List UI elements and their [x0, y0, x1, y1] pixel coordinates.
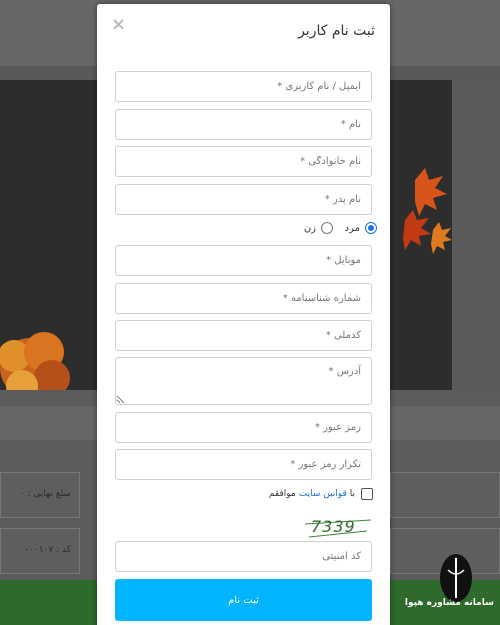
terms-link[interactable]: قوانین سایت — [299, 489, 347, 499]
gender-radio-group: مرد زن — [297, 222, 377, 238]
password-input[interactable] — [115, 412, 372, 443]
id-number-input[interactable] — [115, 283, 372, 314]
registration-modal: × ثبت نام کاربر مرد زن با قوانین سایت مو… — [97, 4, 390, 625]
username-input[interactable] — [115, 71, 372, 102]
radio-male[interactable] — [365, 222, 377, 234]
national-code-input[interactable] — [115, 320, 372, 351]
terms-agreement: با قوانین سایت موافقم — [269, 488, 373, 500]
close-icon[interactable]: × — [111, 16, 126, 34]
gender-option-male[interactable]: مرد — [345, 222, 377, 234]
card-total-text: مبلغ نهایی : ۰ — [19, 489, 71, 499]
security-code-input[interactable] — [115, 541, 372, 572]
radio-female[interactable] — [321, 222, 333, 234]
password-repeat-input[interactable] — [115, 449, 372, 480]
modal-title: ثبت نام کاربر — [298, 23, 375, 39]
terms-prefix: با — [349, 489, 355, 499]
captcha-text: 7339 — [311, 517, 356, 536]
terms-suffix: موافقم — [268, 489, 296, 499]
background-side-strip — [452, 80, 500, 390]
terms-checkbox[interactable] — [361, 488, 373, 500]
background-card: مبلغ نهایی : ۰ — [0, 472, 80, 518]
captcha-image: 7339 — [305, 517, 371, 539]
gender-male-label: مرد — [344, 222, 360, 234]
quill-logo-icon — [440, 554, 472, 602]
first-name-input[interactable] — [115, 109, 372, 140]
last-name-input[interactable] — [115, 146, 372, 177]
gender-option-female[interactable]: زن — [304, 222, 333, 234]
gender-female-label: زن — [303, 222, 316, 234]
autumn-tree-illustration — [0, 332, 70, 390]
autumn-leaves-illustration — [403, 168, 452, 254]
background-card — [390, 472, 500, 518]
register-button[interactable]: ثبت نام — [115, 579, 372, 621]
logo-text: سامانه مشاوره هپوا — [404, 598, 494, 608]
background-card: کد : ۰۰۰۱۰۷ — [0, 528, 80, 574]
father-name-input[interactable] — [115, 184, 372, 215]
card-code-text: کد : ۰۰۰۱۰۷ — [24, 545, 71, 555]
mobile-input[interactable] — [115, 245, 372, 276]
address-textarea[interactable] — [115, 357, 372, 405]
